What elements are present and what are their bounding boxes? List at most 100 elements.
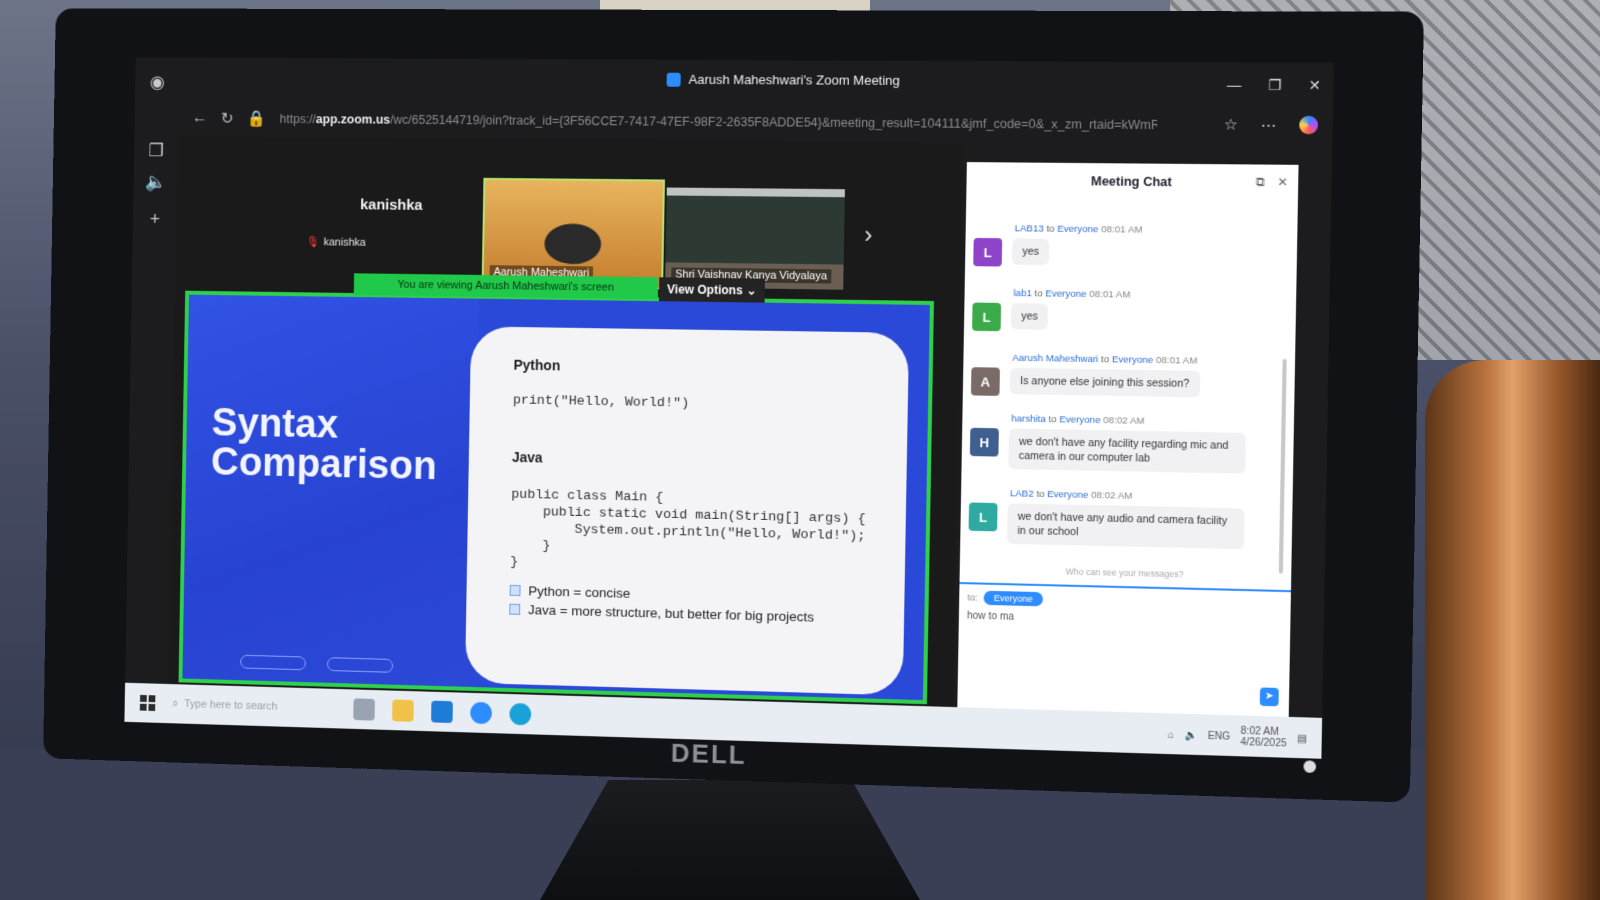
- shared-screen: Syntax Comparison Python print("Hello, W…: [178, 290, 934, 705]
- message-row: A Is anyone else joining this session?: [970, 367, 1270, 400]
- slide-title: Syntax Comparison: [210, 401, 438, 489]
- tabs-icon[interactable]: ❐: [145, 140, 166, 162]
- chat-message[interactable]: lab1 to Everyone 08:01 AM Lyes: [972, 287, 1271, 335]
- message-meta: harshita to Everyone 08:02 AM: [1011, 413, 1269, 429]
- avatar[interactable]: L: [968, 502, 998, 532]
- chat-message[interactable]: Aarush Maheshwari to Everyone 08:01 AM A I…: [970, 352, 1270, 401]
- to-label: to:: [967, 592, 978, 603]
- message-meta: LAB2 to Everyone 08:02 AM: [1010, 488, 1268, 505]
- taskbar-search[interactable]: ⌕ Type here to search: [172, 692, 336, 720]
- windows-start-icon[interactable]: [139, 694, 156, 712]
- language-indicator[interactable]: ENG: [1208, 730, 1231, 742]
- store-icon[interactable]: [431, 700, 453, 724]
- clock-date: 4/26/2025: [1240, 736, 1287, 750]
- message-text: we don't have any audio and camera facil…: [1007, 503, 1245, 550]
- message-recipient: Everyone: [1111, 354, 1154, 367]
- message-row: Lwe don't have any audio and camera faci…: [968, 502, 1267, 550]
- chat-title: Meeting Chat: [1090, 174, 1172, 190]
- video-tile-aarush[interactable]: Aarush Maheshwari: [481, 177, 665, 290]
- message-recipient: Everyone: [1059, 414, 1101, 427]
- avatar[interactable]: L: [972, 302, 1002, 332]
- message-row: Lyes: [973, 237, 1272, 270]
- monitor: ◉ ❐ 🔈 + Aarush Maheshwari's Zoom Meeting…: [43, 8, 1424, 803]
- window-controls: — ❐ ✕: [1227, 77, 1321, 95]
- restore-button[interactable]: ❐: [1268, 77, 1281, 94]
- message-recipient: Everyone: [1057, 223, 1099, 236]
- message-sender: LAB2: [1009, 488, 1034, 500]
- close-chat-icon[interactable]: ✕: [1277, 175, 1288, 190]
- message-time: 08:01 AM: [1089, 288, 1131, 301]
- bullet-text: Java = more structure, but better for bi…: [527, 602, 815, 625]
- url-host: app.zoom.us: [315, 112, 391, 127]
- slide-title-panel: Syntax Comparison: [182, 294, 480, 687]
- search-icon: ⌕: [172, 697, 179, 710]
- profile-icon[interactable]: ◉: [147, 71, 168, 93]
- message-to: to: [1036, 488, 1045, 501]
- message-meta: Aarush Maheshwari to Everyone 08:01 AM: [1012, 353, 1270, 368]
- send-button[interactable]: ➤: [1259, 687, 1279, 707]
- self-name-label: 🎙 kanishka: [306, 235, 366, 249]
- popout-icon[interactable]: ⧉: [1256, 175, 1265, 190]
- avatar[interactable]: H: [969, 427, 999, 457]
- message-text: Is anyone else joining this session?: [1009, 367, 1200, 398]
- url-field[interactable]: https://app.zoom.us/wc/6525144719/join?t…: [280, 112, 1158, 132]
- chat-scrollbar[interactable]: [1278, 358, 1287, 574]
- self-name-small: kanishka: [323, 235, 366, 249]
- next-page-arrow-icon[interactable]: ›: [864, 222, 873, 250]
- message-text: yes: [1011, 238, 1050, 266]
- video-tile-school[interactable]: Shri Vaishnav Kanya Vidyalaya: [665, 187, 845, 290]
- copilot-icon[interactable]: [1299, 115, 1319, 135]
- browser-toolbar: ☆ ⋯: [1224, 115, 1319, 135]
- message-time: 08:02 AM: [1103, 414, 1145, 427]
- window-title: Aarush Maheshwari's Zoom Meeting: [666, 72, 900, 88]
- minimize-button[interactable]: —: [1227, 77, 1242, 94]
- speaker-icon[interactable]: 🔈: [145, 171, 167, 193]
- chat-message[interactable]: LAB13 to Everyone 08:01 AM Lyes: [973, 223, 1272, 270]
- chat-compose: to: Everyone how to ma ➤: [957, 582, 1291, 717]
- who-can-see-hint[interactable]: Who can see your messages?: [960, 564, 1292, 582]
- reload-icon[interactable]: ↻: [221, 109, 234, 129]
- network-icon[interactable]: ⌂: [1168, 729, 1174, 740]
- chat-message[interactable]: LAB2 to Everyone 08:02 AM Lwe don't have …: [968, 487, 1268, 550]
- lock-icon[interactable]: 🔒: [247, 109, 267, 129]
- chat-header-actions: ⧉ ✕: [1256, 175, 1288, 191]
- checkbox-icon: [509, 584, 521, 597]
- checkbox-icon: [509, 603, 521, 615]
- java-label: Java: [511, 449, 543, 466]
- volume-icon[interactable]: 🔈: [1184, 730, 1197, 742]
- task-view-icon[interactable]: [353, 698, 375, 721]
- close-button[interactable]: ✕: [1308, 77, 1321, 94]
- back-icon[interactable]: ←: [192, 110, 208, 128]
- message-to: to: [1048, 414, 1057, 426]
- system-tray: ⌂ 🔈 ENG 8:02 AM 4/26/2025 ▤: [1168, 724, 1308, 751]
- favorites-icon[interactable]: ☆: [1224, 115, 1238, 133]
- message-time: 08:01 AM: [1155, 354, 1198, 367]
- message-recipient: Everyone: [1045, 288, 1087, 301]
- message-time: 08:01 AM: [1101, 224, 1143, 236]
- python-label: Python: [513, 356, 561, 374]
- slide-title-line2: Comparison: [210, 440, 438, 489]
- chat-message[interactable]: harshita to Everyone 08:02 AM Hwe don't h…: [969, 413, 1269, 475]
- zoom-logo-icon: [666, 72, 681, 87]
- self-video-tile[interactable]: kanishka 🎙 kanishka: [301, 137, 488, 267]
- notifications-icon[interactable]: ▤: [1297, 733, 1307, 745]
- message-sender: Aarush Maheshwari: [1012, 352, 1099, 366]
- python-code: print("Hello, World!"): [512, 393, 690, 412]
- title-bar: Aarush Maheshwari's Zoom Meeting — ❐ ✕: [179, 58, 1334, 108]
- avatar[interactable]: L: [973, 237, 1003, 267]
- clock[interactable]: 8:02 AM 4/26/2025: [1240, 726, 1287, 750]
- add-icon[interactable]: +: [144, 208, 165, 230]
- message-text: we don't have any facility regarding mic…: [1008, 428, 1246, 474]
- recipient-selector[interactable]: Everyone: [983, 590, 1044, 607]
- file-explorer-icon[interactable]: [392, 699, 414, 722]
- screen: ◉ ❐ 🔈 + Aarush Maheshwari's Zoom Meeting…: [124, 57, 1334, 759]
- meeting-chat-panel: Meeting Chat ⧉ ✕ LAB13 to Everyone 08:01…: [957, 162, 1299, 717]
- avatar[interactable]: A: [970, 367, 1000, 396]
- view-options-label: View Options: [666, 282, 743, 298]
- extensions-icon[interactable]: ⋯: [1261, 116, 1277, 134]
- message-row: Hwe don't have any facility regarding mi…: [969, 427, 1269, 474]
- edge-icon[interactable]: [509, 702, 532, 726]
- view-options-button[interactable]: View Options ⌄: [658, 277, 766, 303]
- self-name-large: kanishka: [360, 196, 423, 214]
- zoom-taskbar-icon[interactable]: [470, 701, 493, 725]
